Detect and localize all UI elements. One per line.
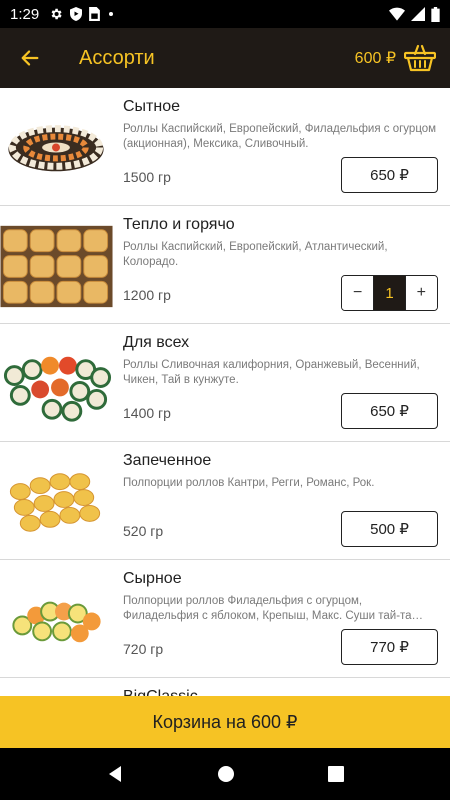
product-weight: 720 гр: [123, 641, 164, 657]
quantity-value: 1: [373, 276, 406, 310]
page-title: Ассорти: [79, 46, 155, 69]
status-time: 1:29: [10, 5, 40, 23]
product-item[interactable]: BigClassic: [0, 678, 450, 696]
header-cart-total: 600 ₽: [354, 50, 396, 67]
system-nav-bar: [0, 748, 450, 800]
product-item[interactable]: Сытное Роллы Каспийский, Европейский, Фи…: [0, 88, 450, 206]
product-description: Роллы Сливочная калифорния, Оранжевый, В…: [123, 359, 420, 386]
signal-icon: [411, 7, 425, 21]
product-name: Запеченное: [123, 452, 212, 469]
basket-icon: [404, 44, 436, 72]
product-name: BigClassic: [123, 688, 198, 696]
product-weight: 1200 гр: [123, 287, 171, 303]
product-item[interactable]: Сырное Полпорции роллов Филадельфия с ог…: [0, 560, 450, 678]
product-item[interactable]: Для всех Роллы Сливочная калифорния, Ора…: [0, 324, 450, 442]
shield-icon: [70, 7, 83, 21]
add-to-cart-button[interactable]: 500 ₽: [341, 511, 438, 547]
product-description: Роллы Каспийский, Европейский, Атлантиче…: [123, 241, 388, 268]
wifi-icon: [389, 7, 405, 21]
cart-button[interactable]: Корзина на 600 ₽: [0, 696, 450, 748]
product-image-mixed-rolls: [0, 324, 113, 441]
add-to-cart-button[interactable]: 770 ₽: [341, 629, 438, 665]
product-weight: 520 гр: [123, 523, 164, 539]
product-item[interactable]: Тепло и горячо Роллы Каспийский, Европей…: [0, 206, 450, 324]
recents-square-icon[interactable]: [327, 766, 344, 782]
product-image-baked-rolls: [0, 206, 113, 323]
back-button[interactable]: [0, 28, 60, 88]
product-image-baked-half-portions: [0, 442, 113, 559]
header-cart-button[interactable]: 600 ₽: [355, 44, 436, 72]
product-image-cheese-rolls: [0, 560, 113, 677]
product-description: Полпорции роллов Филадельфия с огурцом, …: [123, 595, 424, 622]
add-to-cart-button[interactable]: 650 ₽: [341, 157, 438, 193]
back-triangle-icon[interactable]: [106, 765, 124, 783]
product-item[interactable]: Запеченное Полпорции роллов Кантри, Регг…: [0, 442, 450, 560]
product-image-assorted-platter: [0, 88, 113, 205]
add-to-cart-button[interactable]: 650 ₽: [341, 393, 438, 429]
product-name: Для всех: [123, 334, 190, 351]
product-name: Тепло и горячо: [123, 216, 235, 233]
product-weight: 1500 гр: [123, 169, 171, 185]
product-name: Сытное: [123, 98, 181, 115]
product-description: Роллы Каспийский, Европейский, Филадельф…: [123, 123, 437, 150]
product-weight: 1400 гр: [123, 405, 171, 421]
app-bar: Ассорти 600 ₽: [0, 28, 450, 88]
product-description: Полпорции роллов Кантри, Регги, Романс, …: [123, 477, 375, 489]
home-circle-icon[interactable]: [217, 765, 235, 783]
battery-icon: [431, 6, 440, 22]
dot-icon: [109, 12, 114, 16]
decrease-button[interactable]: −: [342, 276, 374, 310]
product-name: Сырное: [123, 570, 182, 587]
sim-card-icon: [89, 7, 101, 21]
quantity-stepper: − 1 +: [341, 275, 438, 311]
increase-button[interactable]: +: [405, 276, 437, 310]
product-list[interactable]: Сытное Роллы Каспийский, Европейский, Фи…: [0, 88, 450, 696]
gear-icon: [51, 8, 62, 20]
arrow-left-icon: [21, 50, 39, 66]
status-bar: 1:29: [0, 0, 450, 28]
